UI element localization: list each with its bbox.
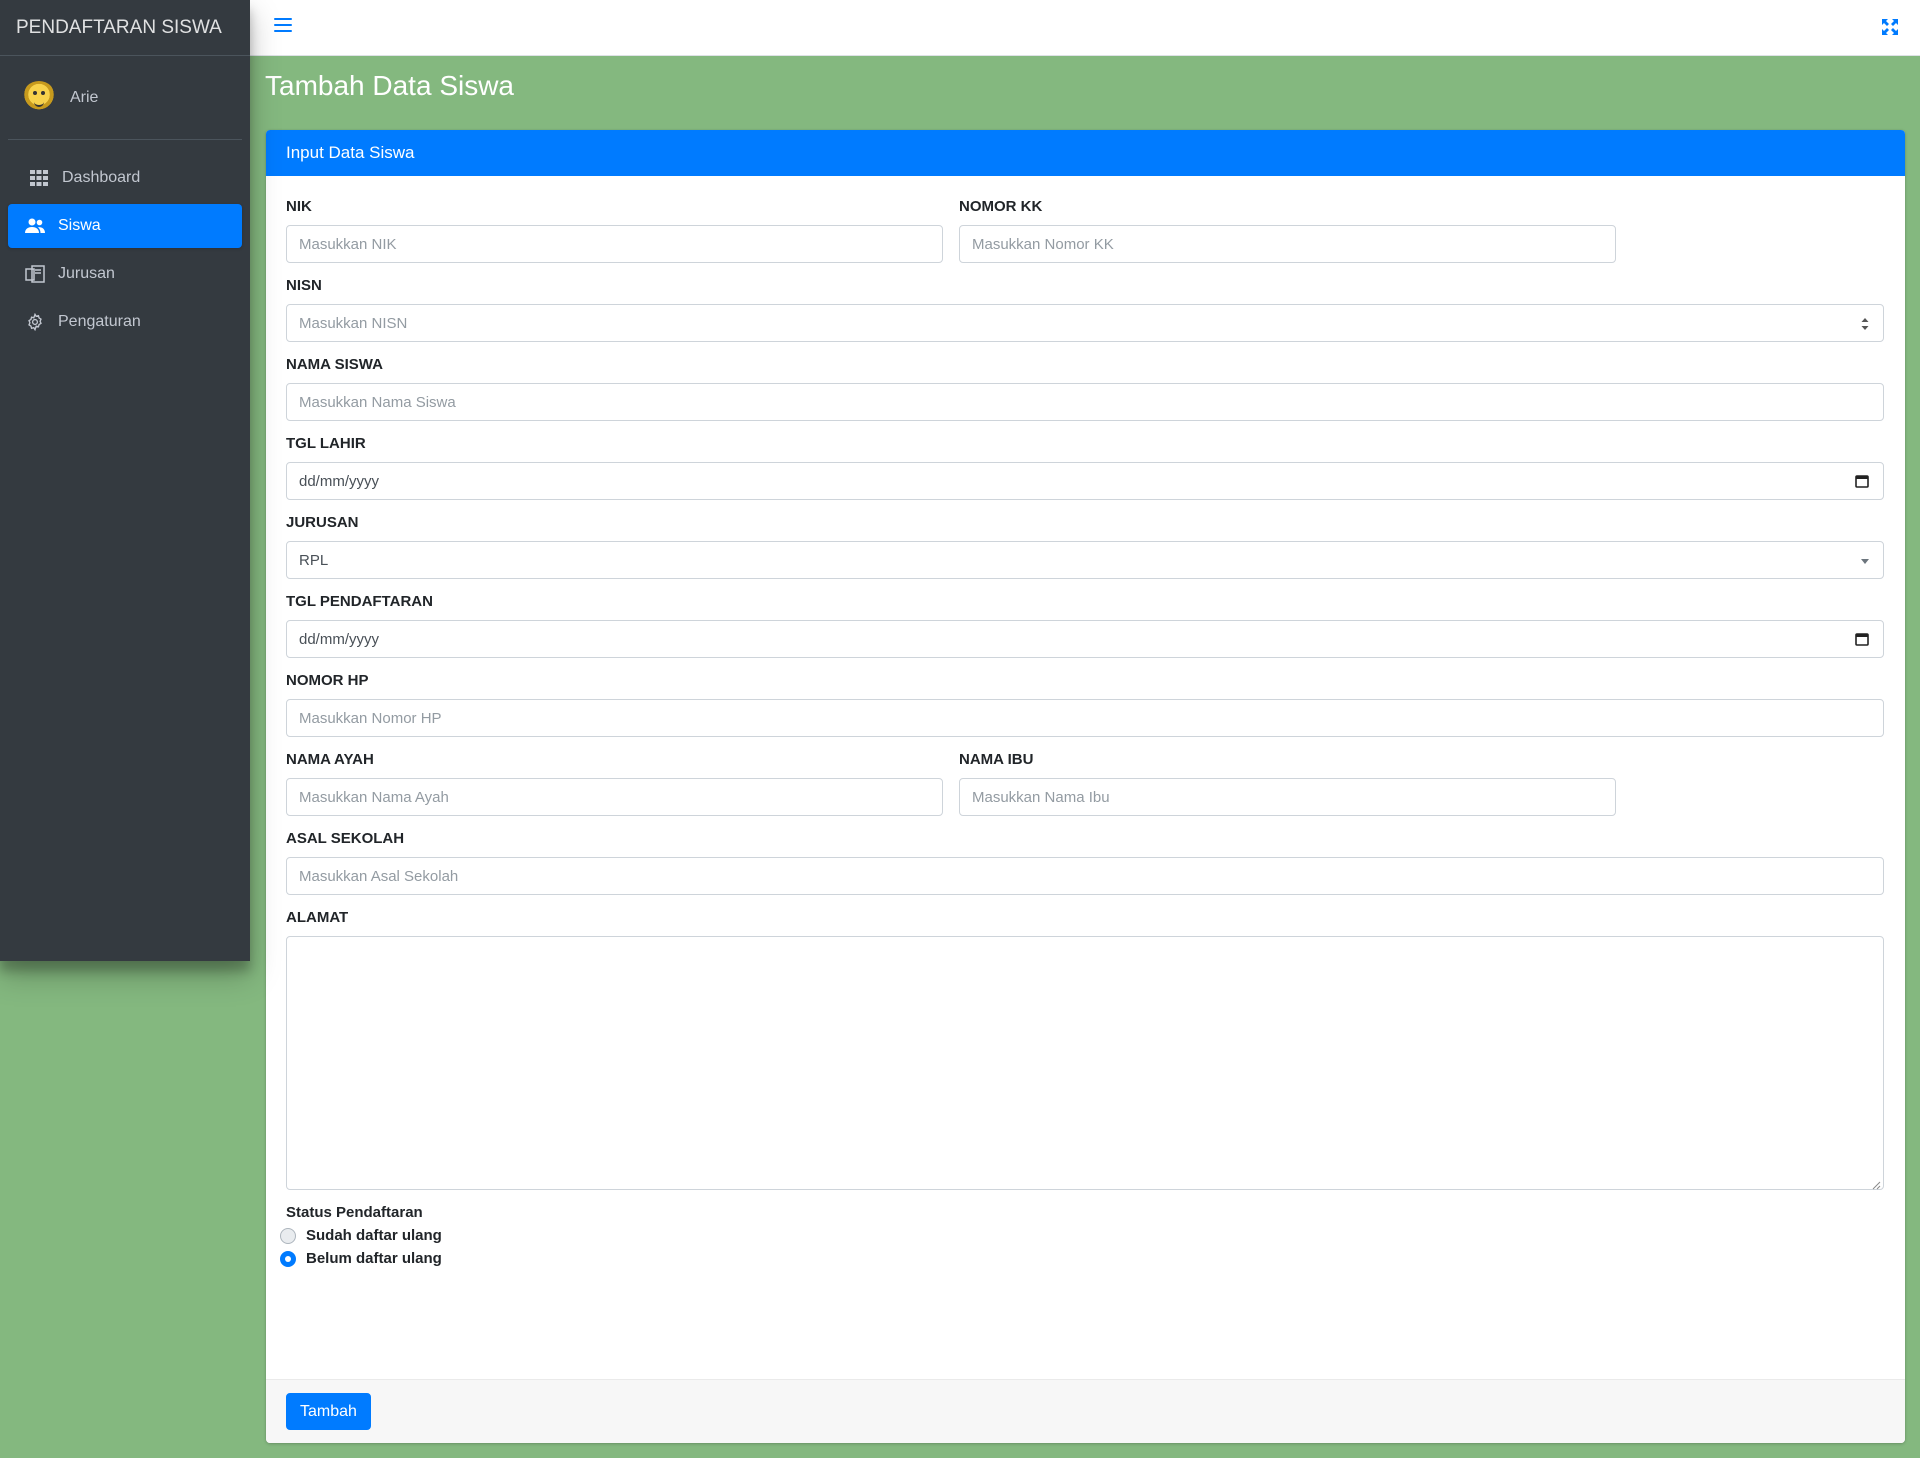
radio-belum-daftar-ulang[interactable] <box>280 1250 296 1267</box>
nama-ayah-label: NAMA AYAH <box>286 751 374 768</box>
tgl-lahir-input[interactable]: dd/mm/yyyy <box>286 462 1884 500</box>
tgl-pendaftaran-label: TGL PENDAFTARAN <box>286 593 433 610</box>
gear-icon <box>24 312 46 332</box>
calendar-icon[interactable] <box>1855 474 1869 488</box>
tgl-pendaftaran-input[interactable]: dd/mm/yyyy <box>286 620 1884 658</box>
sidebar: PENDAFTARAN SISWA Arie Dashboard Siswa J… <box>0 0 250 961</box>
brand-title[interactable]: PENDAFTARAN SISWA <box>0 0 250 56</box>
card-footer: Tambah <box>266 1379 1905 1443</box>
nomor-hp-field-wrapper <box>286 699 1884 737</box>
nisn-field-wrapper <box>286 304 1884 342</box>
tgl-lahir-value: dd/mm/yyyy <box>299 472 380 490</box>
form-card: Input Data Siswa NIK NOMOR KK NISN <box>266 130 1905 1443</box>
nisn-label: NISN <box>286 277 322 294</box>
sidebar-item-label: Dashboard <box>62 169 141 186</box>
radio-label: Belum daftar ulang <box>306 1250 442 1267</box>
card-header: Input Data Siswa <box>266 130 1905 176</box>
user-panel[interactable]: Arie <box>8 56 242 140</box>
tgl-lahir-label: TGL LAHIR <box>286 435 366 452</box>
asal-sekolah-field-wrapper <box>286 857 1884 895</box>
avatar[interactable] <box>22 80 56 115</box>
sidebar-item-jurusan[interactable]: Jurusan <box>8 252 242 296</box>
top-navbar <box>250 0 1920 56</box>
nama-siswa-label: NAMA SISWA <box>286 356 383 373</box>
chevron-down-icon <box>1861 559 1869 564</box>
nik-field-wrapper <box>286 225 943 263</box>
nama-ibu-label: NAMA IBU <box>959 751 1034 768</box>
page-title: Tambah Data Siswa <box>265 70 515 101</box>
calendar-icon[interactable] <box>1855 632 1869 646</box>
tambah-button[interactable]: Tambah <box>286 1393 371 1430</box>
asal-sekolah-label: ASAL SEKOLAH <box>286 830 405 847</box>
asal-sekolah-input[interactable] <box>299 858 1883 894</box>
sidebar-nav: Dashboard Siswa Jurusan Pengaturan <box>0 140 250 344</box>
nama-siswa-field-wrapper <box>286 383 1884 421</box>
number-spinner-icon[interactable] <box>1861 316 1869 332</box>
grid-icon <box>28 168 50 188</box>
nik-input[interactable] <box>299 226 942 262</box>
sidebar-item-siswa[interactable]: Siswa <box>8 204 242 248</box>
jurusan-selected-value: RPL <box>299 551 329 569</box>
book-icon <box>24 264 46 284</box>
nik-label: NIK <box>286 198 312 215</box>
sidebar-item-label: Jurusan <box>58 265 115 282</box>
nama-ayah-field-wrapper <box>286 778 943 816</box>
nama-ibu-input[interactable] <box>972 779 1615 815</box>
radio-sudah-daftar-ulang[interactable] <box>280 1227 296 1244</box>
sidebar-item-dashboard[interactable]: Dashboard <box>8 156 242 200</box>
jurusan-select[interactable]: RPL <box>286 541 1884 579</box>
radio-label: Sudah daftar ulang <box>306 1227 442 1244</box>
nama-siswa-input[interactable] <box>299 384 1883 420</box>
sidebar-item-label: Pengaturan <box>58 313 141 330</box>
sidebar-item-label: Siswa <box>58 217 101 234</box>
nomor-hp-label: NOMOR HP <box>286 672 369 689</box>
resize-handle-icon[interactable] <box>1871 1177 1881 1190</box>
nomor-kk-field-wrapper <box>959 225 1616 263</box>
radio-option-belum[interactable]: Belum daftar ulang <box>280 1250 1885 1267</box>
alamat-label: ALAMAT <box>286 909 349 926</box>
sidebar-item-pengaturan[interactable]: Pengaturan <box>8 300 242 344</box>
nomor-kk-label: NOMOR KK <box>959 198 1043 215</box>
user-name[interactable]: Arie <box>70 89 98 107</box>
nisn-input[interactable] <box>299 305 1883 341</box>
status-pendaftaran-label: Status Pendaftaran <box>286 1204 423 1221</box>
nama-ayah-input[interactable] <box>299 779 942 815</box>
card-body: NIK NOMOR KK NISN NAMA SISW <box>266 176 1905 1267</box>
expand-icon[interactable] <box>1882 19 1900 37</box>
hamburger-icon[interactable] <box>274 18 292 38</box>
nomor-hp-input[interactable] <box>299 700 1883 736</box>
radio-option-sudah[interactable]: Sudah daftar ulang <box>280 1227 1885 1244</box>
alamat-textarea[interactable] <box>286 936 1884 1190</box>
jurusan-label: JURUSAN <box>286 514 359 531</box>
nama-ibu-field-wrapper <box>959 778 1616 816</box>
tgl-pendaftaran-value: dd/mm/yyyy <box>299 630 380 648</box>
nomor-kk-input[interactable] <box>972 226 1615 262</box>
users-icon <box>24 216 46 236</box>
